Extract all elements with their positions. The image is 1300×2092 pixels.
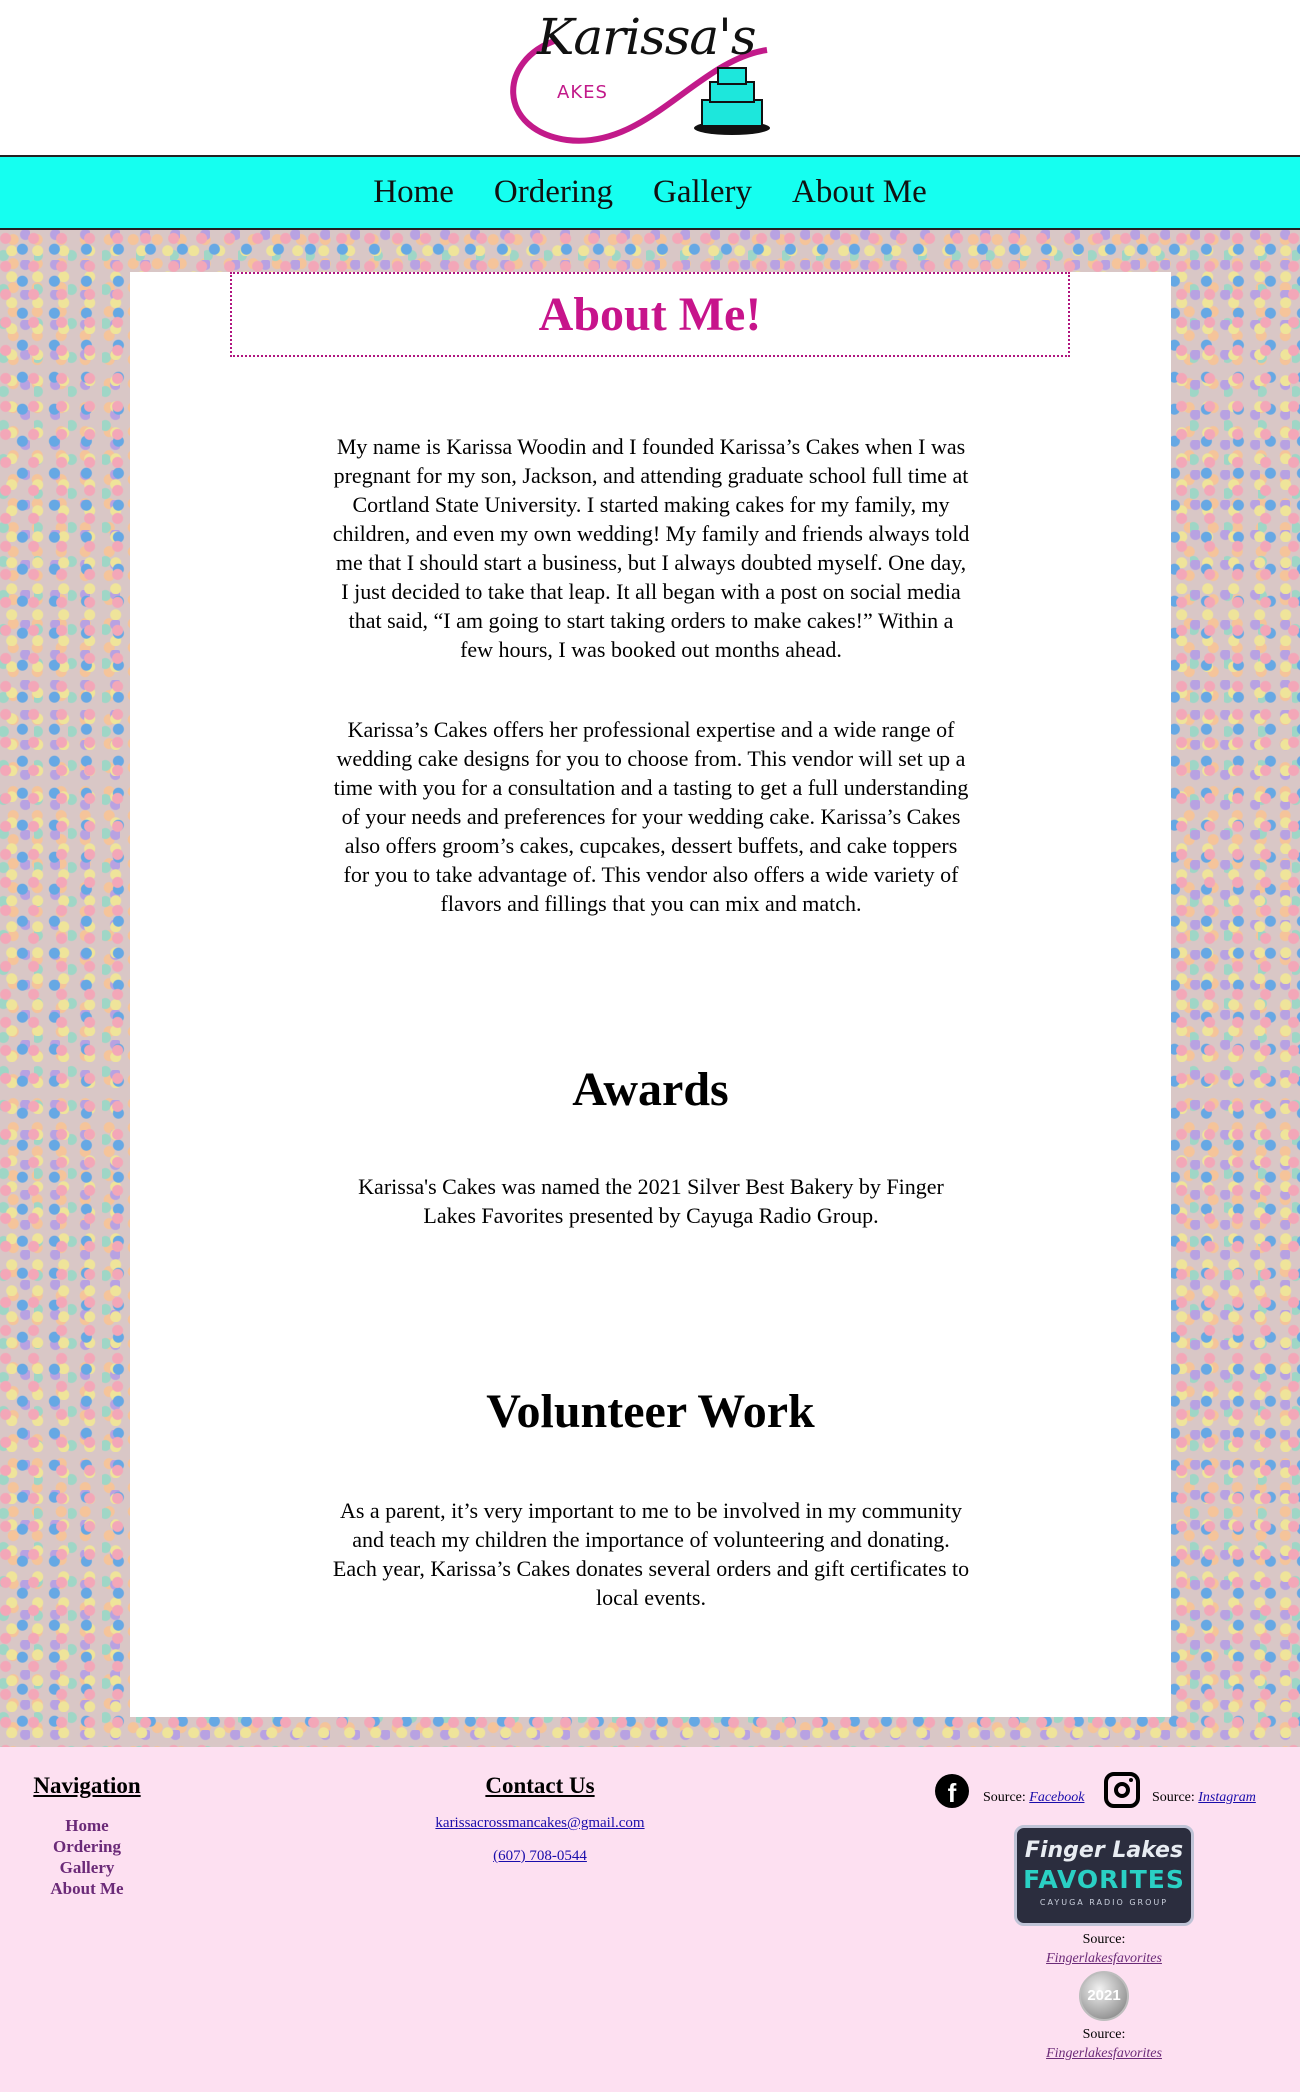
instagram-source-link[interactable]: Instagram	[1198, 1790, 1256, 1805]
volunteer-heading: Volunteer Work	[486, 1385, 815, 1438]
footer-nav-about-me[interactable]: About Me	[0, 1878, 174, 1899]
footer-navigation: Navigation Home Ordering Gallery About M…	[0, 1773, 174, 1899]
instagram-icon[interactable]	[1104, 1772, 1140, 1808]
flf-logo-line-3: CAYUGA RADIO GROUP	[1039, 1898, 1169, 1907]
footer-nav-gallery[interactable]: Gallery	[0, 1857, 174, 1878]
site-logo[interactable]: Karissa's AKES	[497, 0, 803, 152]
logo-subtitle: AKES	[557, 82, 608, 103]
awards-text: Karissa's Cakes was named the 2021 Silve…	[358, 1174, 944, 1228]
intro-paragraph-2: Karissa’s Cakes offers her professional …	[333, 717, 969, 916]
footer-nav-heading: Navigation	[33, 1773, 141, 1798]
page-title: About Me!	[538, 288, 762, 341]
contact-heading: Contact Us	[485, 1773, 595, 1798]
facebook-source: Source: Facebook	[983, 1790, 1084, 1806]
flf-logo-source: Source: Fingerlakesfavorites	[1018, 1930, 1190, 1968]
facebook-source-link[interactable]: Facebook	[1029, 1790, 1084, 1805]
silver-medal-badge: 2021	[1079, 1971, 1129, 2021]
flf-logo-line-2: FAVORITES	[1023, 1865, 1185, 1894]
awards-heading: Awards	[572, 1063, 729, 1116]
finger-lakes-favorites-logo: Finger Lakes FAVORITES CAYUGA RADIO GROU…	[1014, 1825, 1194, 1926]
flf-source-label-2: Source:	[1082, 2027, 1126, 2042]
instagram-source: Source: Instagram	[1152, 1790, 1256, 1806]
logo-title: Karissa's	[537, 8, 757, 66]
facebook-source-label: Source:	[983, 1790, 1026, 1805]
footer-contact: Contact Us karissacrossmancakes@gmail.co…	[390, 1773, 690, 1865]
nav-gallery[interactable]: Gallery	[653, 174, 752, 211]
nav-ordering[interactable]: Ordering	[494, 174, 613, 211]
medal-source: Source: Fingerlakesfavorites	[1018, 2025, 1190, 2063]
main-nav: Home Ordering Gallery About Me	[0, 157, 1300, 230]
contact-phone-link[interactable]: (607) 708-0544	[390, 1848, 690, 1865]
intro-paragraph-1: My name is Karissa Woodin and I founded …	[332, 434, 970, 662]
flf-source-label-1: Source:	[1082, 1932, 1126, 1947]
flf-source-link-2[interactable]: Fingerlakesfavorites	[1018, 2044, 1190, 2063]
instagram-source-label: Source:	[1152, 1790, 1195, 1805]
main-content: About Me! My name is Karissa Woodin and …	[130, 272, 1171, 1717]
footer-nav-ordering[interactable]: Ordering	[0, 1836, 174, 1857]
flf-logo-line-1: Finger Lakes	[1024, 1838, 1184, 1863]
nav-home[interactable]: Home	[373, 174, 454, 211]
nav-about-me[interactable]: About Me	[792, 174, 927, 211]
site-footer: Navigation Home Ordering Gallery About M…	[0, 1747, 1300, 2092]
contact-email-link[interactable]: karissacrossmancakes@gmail.com	[390, 1815, 690, 1832]
footer-nav-home[interactable]: Home	[0, 1815, 174, 1836]
page-title-box: About Me!	[230, 272, 1070, 357]
flf-source-link-1[interactable]: Fingerlakesfavorites	[1018, 1949, 1190, 1968]
volunteer-text: As a parent, it’s very important to me t…	[332, 1498, 970, 1610]
facebook-icon[interactable]: f	[935, 1774, 969, 1808]
site-header: Karissa's AKES	[0, 0, 1300, 157]
